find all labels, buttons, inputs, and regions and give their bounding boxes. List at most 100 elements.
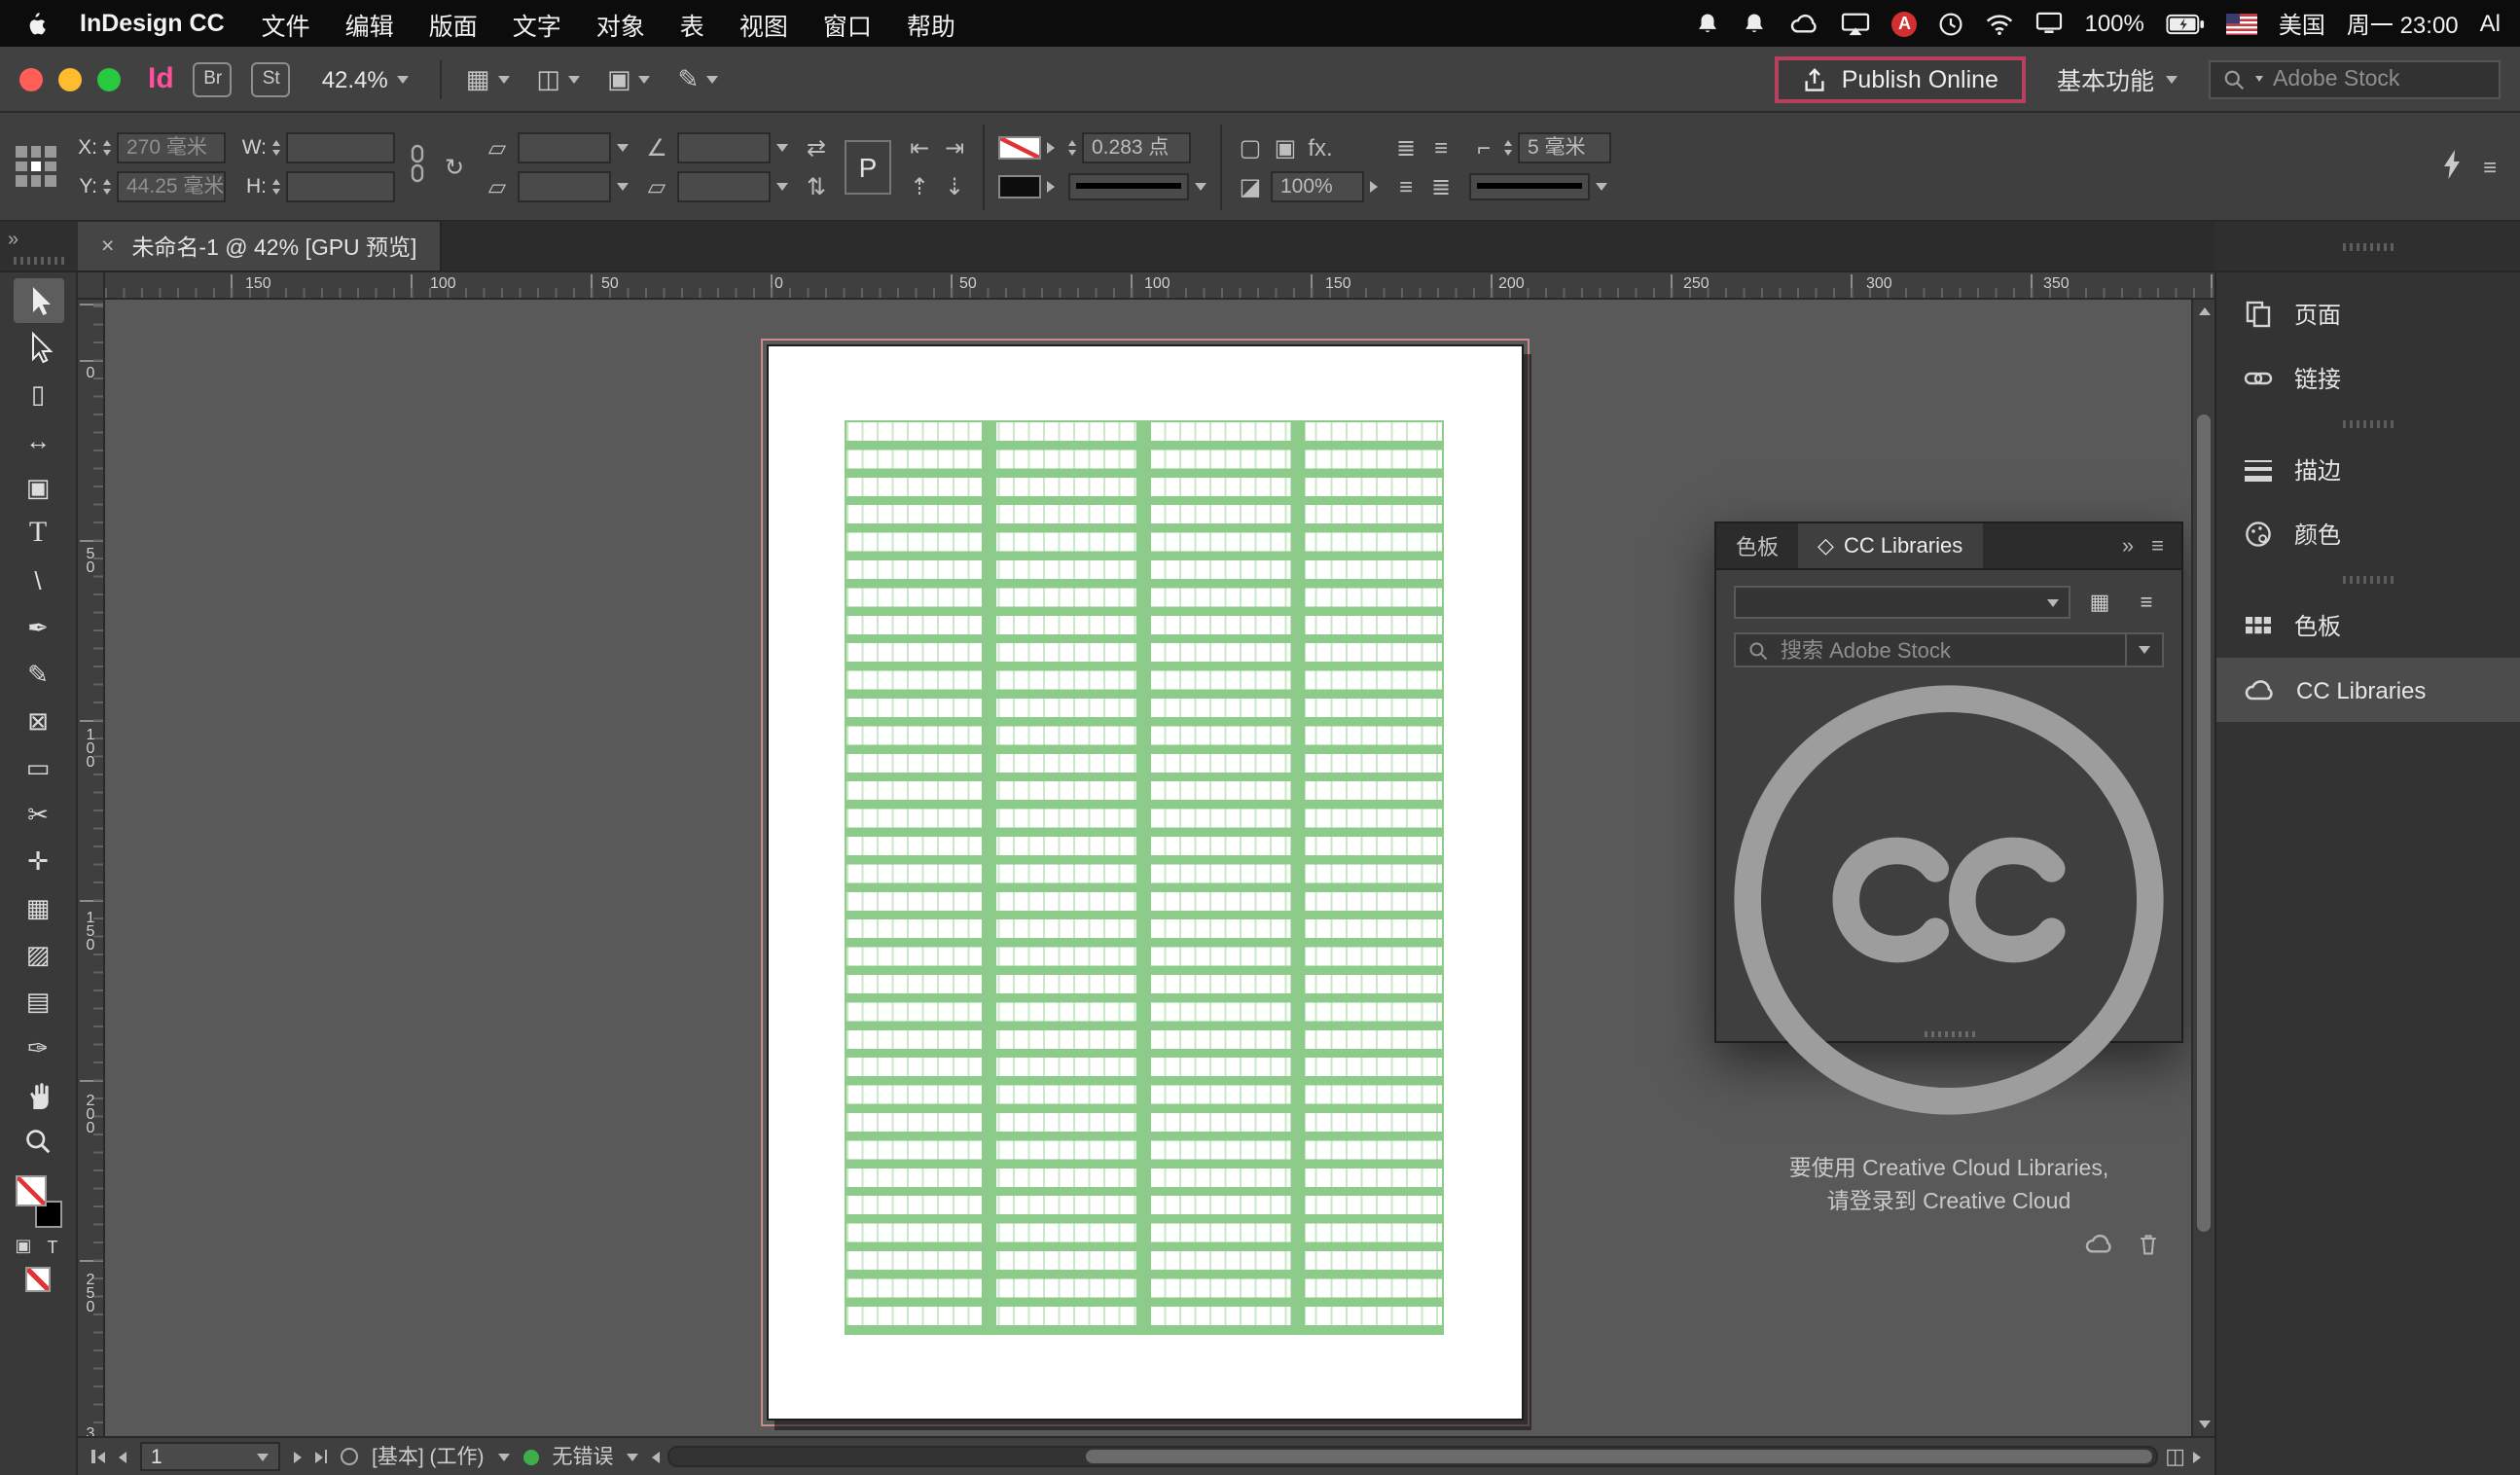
apple-menu-icon[interactable] <box>23 9 49 38</box>
quick-apply-icon[interactable] <box>2442 149 2462 184</box>
units-increments-dropdown[interactable]: ▦ <box>462 63 514 94</box>
stroke-weight-stepper[interactable] <box>1068 139 1076 155</box>
flyout-icon[interactable] <box>1370 180 1378 192</box>
zoom-level-dropdown[interactable]: 42.4% <box>322 65 410 92</box>
panel-menu-icon[interactable]: ≡ <box>2151 534 2164 558</box>
page-number-dropdown[interactable]: 1 <box>139 1442 279 1471</box>
delete-trash-icon[interactable] <box>2137 1231 2160 1262</box>
drop-shadow-icon[interactable]: ▢ <box>1236 131 1265 162</box>
type-tool[interactable]: T <box>13 512 63 557</box>
flip-vertical-button[interactable]: ⇅ <box>802 170 831 201</box>
text-wrap-icon[interactable]: ≡ <box>1426 131 1456 162</box>
select-container-proxy[interactable]: P <box>845 139 891 194</box>
arrange-documents-dropdown[interactable]: ✎ <box>674 63 723 94</box>
dock-item-color[interactable]: 颜色 <box>2216 502 2520 566</box>
apply-none-button[interactable] <box>25 1267 51 1292</box>
collapse-chevrons-icon[interactable]: » <box>2122 534 2134 558</box>
rotation-angle-field[interactable] <box>677 131 771 162</box>
distribute-left-icon[interactable]: ⇤ <box>905 131 934 162</box>
x-field[interactable]: 270 毫米 <box>117 131 226 162</box>
chevron-down-icon[interactable] <box>617 182 629 190</box>
screen-mode-dropdown[interactable]: ▣ <box>603 63 655 94</box>
list-view-button[interactable]: ≡ <box>2129 587 2164 618</box>
workspace-switcher[interactable]: 基本功能 <box>2045 60 2189 97</box>
fx-label[interactable]: fx. <box>1306 131 1335 162</box>
screen-mirroring-icon[interactable] <box>1841 11 1870 36</box>
horizontal-scrollbar[interactable]: ◫ <box>652 1444 2201 1469</box>
pasteboard[interactable]: 色板 ◇ CC Libraries » ≡ ▦ ≡ 搜索 Adobe Stock… <box>105 300 2191 1436</box>
clock-label[interactable]: 周一 23:00 <box>2347 7 2459 40</box>
close-window-button[interactable] <box>19 67 43 90</box>
scroll-left-icon[interactable] <box>652 1451 661 1462</box>
dock-item-pages[interactable]: 页面 <box>2216 282 2520 346</box>
direct-selection-tool[interactable] <box>13 325 63 370</box>
menu-window[interactable]: 窗口 <box>806 5 889 42</box>
tools-panel-header[interactable]: » <box>0 222 78 272</box>
scale-y-field[interactable] <box>518 170 611 201</box>
h-stepper[interactable] <box>272 178 280 194</box>
preflight-icon[interactable] <box>341 1448 358 1465</box>
chevron-down-icon[interactable] <box>497 1453 510 1460</box>
zoom-window-button[interactable] <box>97 67 121 90</box>
truncated-menu-label[interactable]: Al <box>2480 10 2501 37</box>
manuscript-grid[interactable] <box>845 420 1444 1334</box>
dock-item-links[interactable]: 链接 <box>2216 346 2520 411</box>
document-page[interactable] <box>761 339 1530 1426</box>
menu-app-name[interactable]: InDesign CC <box>60 10 244 37</box>
panel-resize-grip[interactable] <box>1924 1031 1974 1037</box>
preflight-profile-label[interactable]: [基本] (工作) <box>372 1442 485 1471</box>
x-stepper[interactable] <box>103 139 111 155</box>
horizontal-scroll-thumb[interactable] <box>1085 1450 2152 1463</box>
search-scope-dropdown[interactable] <box>2125 634 2150 666</box>
flip-horizontal-button[interactable]: ⇄ <box>802 131 831 162</box>
constrain-proportions-icon[interactable] <box>409 142 426 191</box>
free-transform-tool[interactable]: ✛ <box>13 839 63 883</box>
pen-tool[interactable]: ✒ <box>13 605 63 650</box>
distribute-right-icon[interactable]: ⇥ <box>940 131 969 162</box>
library-search-input[interactable]: 搜索 Adobe Stock <box>1734 632 2164 667</box>
battery-icon[interactable] <box>2166 13 2205 34</box>
first-page-button[interactable] <box>91 1450 104 1463</box>
stroke-weight-field[interactable]: 0.283 点 <box>1082 131 1191 162</box>
library-select-dropdown[interactable] <box>1734 586 2070 619</box>
page-tool[interactable]: ▯ <box>13 372 63 416</box>
vertical-ruler[interactable]: 0 50 100 150 200 250 300 <box>78 300 105 1436</box>
content-collector-tool[interactable]: ▣ <box>13 465 63 510</box>
live-screen-mode-icon[interactable]: ◫ <box>2165 1444 2185 1469</box>
w-field[interactable] <box>286 131 395 162</box>
stock-button[interactable]: St <box>251 61 291 96</box>
panel-grip[interactable] <box>14 256 64 264</box>
w-stepper[interactable] <box>272 139 280 155</box>
corner-stepper[interactable] <box>1504 139 1512 155</box>
y-stepper[interactable] <box>103 178 111 194</box>
formatting-affects-text-icon[interactable]: T <box>42 1236 63 1257</box>
sync-status-icon[interactable] <box>2084 1232 2113 1261</box>
gradient-swatch-tool[interactable]: ▦ <box>13 885 63 930</box>
vertical-scrollbar[interactable] <box>2191 300 2214 1436</box>
selection-tool[interactable] <box>13 278 63 323</box>
tab-cc-libraries[interactable]: ◇ CC Libraries <box>1798 523 1983 568</box>
panel-menu-icon[interactable]: ≡ <box>2475 151 2504 182</box>
close-tab-icon[interactable]: × <box>101 234 114 258</box>
input-language-flag-icon[interactable] <box>2225 13 2257 34</box>
opacity-field[interactable]: 100% <box>1271 170 1364 201</box>
view-options-dropdown[interactable]: ◫ <box>532 63 584 94</box>
distribute-down-icon[interactable]: ⇣ <box>940 170 969 201</box>
chevron-down-icon[interactable] <box>776 143 788 151</box>
menu-layout[interactable]: 版面 <box>412 5 495 42</box>
flyout-icon[interactable] <box>1047 141 1055 153</box>
chevron-down-icon[interactable] <box>1596 182 1607 190</box>
chevron-down-icon[interactable] <box>776 182 788 190</box>
eyedropper-tool[interactable]: ✑ <box>13 1025 63 1070</box>
notification-bell-icon[interactable] <box>1742 11 1767 36</box>
dock-header[interactable] <box>2214 222 2520 272</box>
menu-edit[interactable]: 编辑 <box>328 5 412 42</box>
next-page-button[interactable] <box>293 1451 301 1462</box>
document-tab[interactable]: × 未命名-1 @ 42% [GPU 预览] <box>78 222 443 270</box>
menu-file[interactable]: 文件 <box>244 5 328 42</box>
rectangle-tool[interactable]: ▭ <box>13 745 63 790</box>
notification-bell-icon[interactable] <box>1695 11 1720 36</box>
ruler-origin-corner[interactable] <box>78 272 105 300</box>
shear-angle-field[interactable] <box>677 170 771 201</box>
corner-style-dropdown[interactable] <box>1469 172 1590 199</box>
